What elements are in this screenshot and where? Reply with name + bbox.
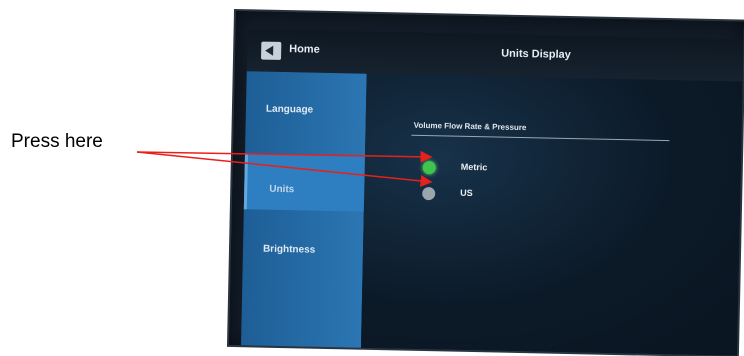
annotation-arrows	[0, 0, 744, 345]
